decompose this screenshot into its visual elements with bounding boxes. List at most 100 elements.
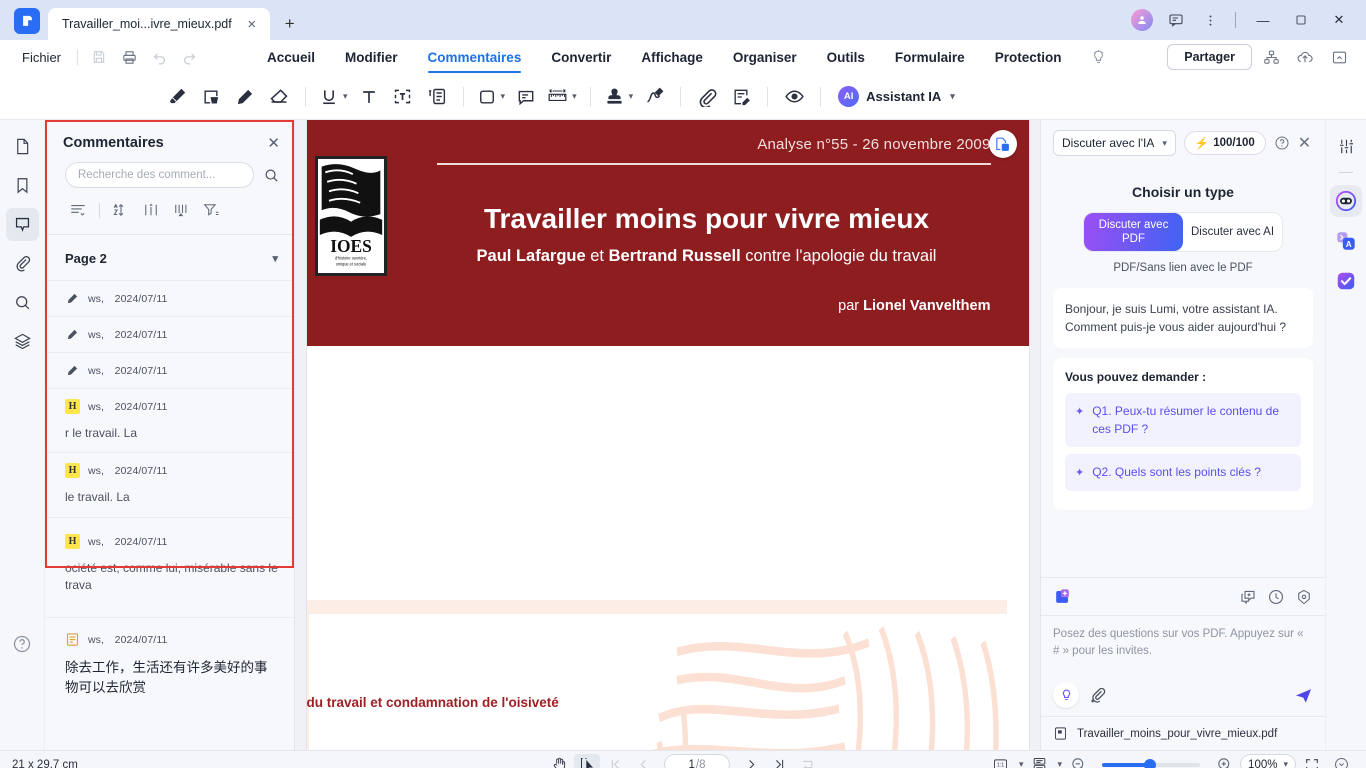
text-callout-icon[interactable] <box>420 80 454 114</box>
list-item[interactable]: ws, 2024/07/11 <box>45 316 294 352</box>
checklist-icon[interactable] <box>1330 265 1362 297</box>
filter-type-icon[interactable] <box>138 198 164 222</box>
undo-icon[interactable] <box>144 44 174 70</box>
chevron-down-icon-ai-mode[interactable]: ▾ <box>1162 138 1167 149</box>
comments-list[interactable]: Page 2 ▾ ws, 2024/07/11 ws, 2024/07/11 w… <box>45 235 294 750</box>
tab-outils[interactable]: Outils <box>812 40 880 74</box>
filter-icon[interactable] <box>198 198 224 222</box>
add-pdf-icon[interactable] <box>1053 587 1072 606</box>
actual-size-icon[interactable]: 1:1 <box>988 754 1014 768</box>
prev-page-icon[interactable] <box>630 754 656 768</box>
feedback-icon[interactable] <box>1161 7 1191 33</box>
comments-page-group[interactable]: Page 2 ▾ <box>45 235 294 280</box>
annotation-list-icon[interactable] <box>724 80 758 114</box>
highlighter-icon[interactable] <box>160 80 194 114</box>
collapse-ribbon-icon[interactable] <box>1324 44 1354 70</box>
zoom-slider[interactable] <box>1102 758 1201 768</box>
pdf-page[interactable]: Analyse n°55 - 26 novembre 2009 IOES d'h… <box>306 120 1029 750</box>
translate-icon[interactable]: A <box>1330 225 1362 257</box>
list-view-icon[interactable] <box>65 198 91 222</box>
stamp-icon[interactable]: ▾ <box>600 80 638 114</box>
eraser-icon[interactable] <box>262 80 296 114</box>
ai-mode-select[interactable]: Discuter avec l'IA ▾ <box>1053 130 1176 156</box>
more-options-icon[interactable] <box>1195 7 1225 33</box>
ai-settings-icon[interactable] <box>1295 588 1313 606</box>
ai-suggestion-1[interactable]: ✦ Q1. Peux-tu résumer le contenu de ces … <box>1065 393 1301 447</box>
tab-affichage[interactable]: Affichage <box>626 40 718 74</box>
search-icon[interactable] <box>263 167 280 184</box>
ai-mode-segmented-control[interactable]: Discuter avec PDF Discuter avec AI <box>1083 212 1283 252</box>
tab-protection[interactable]: Protection <box>980 40 1077 74</box>
measure-ruler-icon[interactable]: ▾ <box>543 80 581 114</box>
sidebar-item-comments[interactable] <box>5 208 39 241</box>
sidebar-item-search[interactable] <box>6 286 39 319</box>
attachment-icon[interactable] <box>690 80 724 114</box>
chevron-down-icon-shape[interactable]: ▾ <box>501 91 506 102</box>
close-ai-panel-icon[interactable]: ✕ <box>1298 133 1311 153</box>
hand-tool-icon[interactable] <box>546 754 572 768</box>
partager-button[interactable]: Partager <box>1167 44 1252 70</box>
save-icon[interactable] <box>84 44 114 70</box>
ai-seg-ai[interactable]: Discuter avec AI <box>1183 213 1282 251</box>
sidebar-item-layers[interactable] <box>6 325 39 358</box>
close-window-button[interactable]: ✕ <box>1322 7 1356 33</box>
page-number-input[interactable]: 1 /8 <box>664 754 730 768</box>
chevron-down-icon-measure[interactable]: ▾ <box>572 91 577 102</box>
list-item[interactable]: ws, 2024/07/11 除去工作，生活还有许多美好的事物可以去欣赏 <box>45 616 294 709</box>
fullscreen-icon[interactable] <box>1299 754 1325 768</box>
pencil-icon[interactable] <box>228 80 262 114</box>
avatar[interactable] <box>1127 7 1157 33</box>
word-convert-icon[interactable]: W <box>988 130 1017 158</box>
select-tool-icon[interactable] <box>574 753 600 768</box>
ai-attached-file[interactable]: Travailler_moins_pour_vivre_mieux.pdf <box>1041 716 1325 750</box>
list-item[interactable]: H ws, 2024/07/11 le travail. La <box>45 452 294 516</box>
filter-author-icon[interactable] <box>168 198 194 222</box>
chevron-down-icon[interactable]: ▾ <box>343 91 348 102</box>
attach-file-icon[interactable] <box>1089 686 1107 704</box>
tab-convertir[interactable]: Convertir <box>536 40 626 74</box>
sticky-note-icon[interactable] <box>509 80 543 114</box>
underline-icon[interactable]: ▾ <box>315 80 352 114</box>
sidebar-item-attachments[interactable] <box>6 247 39 280</box>
list-item[interactable]: H ws, 2024/07/11 ociété est, comme lui, … <box>45 516 294 617</box>
chevron-down-icon-ai[interactable]: ▾ <box>950 91 955 102</box>
sidebar-item-bookmark[interactable] <box>6 169 39 202</box>
chevron-down-icon-zoom[interactable]: ▾ <box>1283 759 1288 768</box>
sidebar-item-pages[interactable] <box>6 130 39 163</box>
maximize-button[interactable] <box>1284 7 1318 33</box>
tab-organiser[interactable]: Organiser <box>718 40 812 74</box>
tab-modifier[interactable]: Modifier <box>330 40 413 74</box>
new-tab-icon[interactable]: + <box>280 14 300 34</box>
list-item[interactable]: ws, 2024/07/11 <box>45 280 294 316</box>
close-comments-icon[interactable]: ✕ <box>267 134 280 152</box>
prompt-bulb-icon[interactable] <box>1053 682 1079 708</box>
more-view-options-icon[interactable] <box>1328 754 1354 768</box>
zoom-out-icon[interactable] <box>1065 754 1091 768</box>
new-chat-icon[interactable] <box>1239 588 1257 606</box>
print-icon[interactable] <box>114 44 144 70</box>
search-input[interactable] <box>65 162 254 188</box>
menu-fichier[interactable]: Fichier <box>12 50 71 65</box>
chevron-down-icon-layout[interactable]: ▾ <box>1058 759 1063 768</box>
cloud-upload-icon[interactable] <box>1290 44 1320 70</box>
shape-rectangle-icon[interactable]: ▾ <box>473 80 510 114</box>
sort-az-icon[interactable] <box>108 198 134 222</box>
last-page-icon[interactable] <box>766 754 792 768</box>
close-tab-icon[interactable]: × <box>242 14 262 34</box>
next-page-icon[interactable] <box>738 754 764 768</box>
chevron-down-icon-page[interactable]: ▾ <box>272 252 278 265</box>
tab-formulaire[interactable]: Formulaire <box>880 40 980 74</box>
chevron-down-icon-fit[interactable]: ▾ <box>1019 759 1024 768</box>
ai-help-icon[interactable] <box>1274 135 1290 151</box>
redo-icon[interactable] <box>174 44 204 70</box>
ai-credits-badge[interactable]: ⚡ 100/100 <box>1183 131 1266 155</box>
zoom-in-icon[interactable] <box>1211 754 1237 768</box>
share-network-icon[interactable] <box>1256 44 1286 70</box>
zoom-slider-handle[interactable] <box>1144 758 1157 768</box>
ai-input-area[interactable]: Posez des questions sur vos PDF. Appuyez… <box>1041 615 1325 716</box>
send-message-icon[interactable] <box>1294 686 1313 705</box>
tab-accueil[interactable]: Accueil <box>252 40 330 74</box>
history-clock-icon[interactable] <box>1267 588 1285 606</box>
eye-icon[interactable] <box>777 80 811 114</box>
document-tab[interactable]: Travailler_moi...ivre_mieux.pdf × <box>48 8 270 40</box>
